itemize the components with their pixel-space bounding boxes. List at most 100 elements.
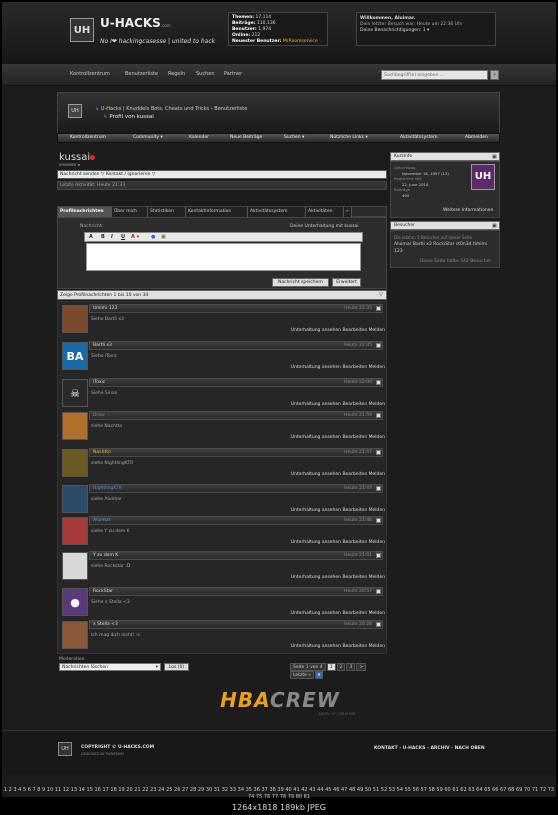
- message-checkbox[interactable]: [376, 306, 381, 311]
- page-jump-icon[interactable]: ▾: [315, 671, 324, 679]
- mainnav-kalender[interactable]: Kalender: [189, 135, 209, 140]
- image-page-index[interactable]: 1 2 3 4 5 6 7 8 9 10 11 12 13 14 15 16 1…: [2, 787, 556, 801]
- message-checkbox[interactable]: [376, 450, 381, 455]
- message-checkbox[interactable]: [376, 380, 381, 385]
- message-text: siehe NightlingKTR: [91, 461, 134, 466]
- footer-links[interactable]: KONTAKT - U-HACKS - ARCHIV - NACH OBEN: [374, 746, 485, 751]
- crew-logo: HBACREW ANGEL OF CREATION: [195, 688, 365, 716]
- visitors-list[interactable]: Aluimar Bartli x3 RockiStar st0n3d timim…: [394, 241, 496, 255]
- message-author[interactable]: RockStar: [93, 589, 113, 594]
- avatar[interactable]: [62, 621, 88, 649]
- page-last[interactable]: Letzte »: [290, 671, 315, 679]
- advanced-button[interactable]: Erweitert: [332, 278, 361, 287]
- message-actions[interactable]: Unterhaltung ansehen Bearbeiten Melden: [291, 435, 385, 440]
- newest-user-link[interactable]: MrRoomservice: [283, 39, 318, 44]
- save-message-button[interactable]: Nachricht speichern: [272, 278, 329, 287]
- avatar[interactable]: [62, 305, 88, 333]
- collapse-icon[interactable]: ▣: [492, 223, 497, 229]
- page-next[interactable]: >: [356, 663, 367, 671]
- message-checkbox[interactable]: [376, 486, 381, 491]
- page-1[interactable]: 1: [326, 663, 336, 671]
- tab-kontaktinformation[interactable]: Kontaktinformation: [186, 207, 248, 217]
- notifications-link[interactable]: Deine Benachrichtigungen: 1 ▾: [360, 28, 492, 34]
- site-title[interactable]: U-HACKS.com: [100, 16, 171, 30]
- stat-label: Beiträge:: [232, 21, 256, 26]
- message-checkbox[interactable]: [376, 589, 381, 594]
- avatar[interactable]: ☠: [62, 379, 88, 407]
- mainnav-nuetzliche-links[interactable]: Nützliche Links ▾: [330, 135, 368, 140]
- tab-more[interactable]: »: [344, 207, 352, 217]
- profile-actions-bar[interactable]: Nachricht senden ▽ Kontakt / Ignorieren …: [57, 170, 387, 179]
- topnav-benutzerliste[interactable]: Benutzerliste: [125, 71, 158, 77]
- message-actions[interactable]: Unterhaltung ansehen Bearbeiten Melden: [291, 472, 385, 477]
- image-icon[interactable]: ▣: [161, 234, 166, 240]
- link-icon[interactable]: ●: [151, 234, 155, 240]
- font-icon[interactable]: A: [89, 234, 93, 240]
- mainnav-kontrollzentrum[interactable]: Kontrollzentrum: [70, 135, 106, 140]
- message-author[interactable]: x Stella <3: [93, 622, 118, 627]
- breadcrumb-path[interactable]: U-Hacks | Knuddels Bots, Cheats und Tric…: [101, 106, 248, 112]
- message-author[interactable]: Y zu dem K: [93, 553, 118, 558]
- forum-home-icon[interactable]: UH: [68, 104, 82, 118]
- message-author[interactable]: NightlingKTR: [93, 486, 122, 491]
- tab-aktivitaetssystem[interactable]: Aktivitätssystem: [248, 207, 306, 217]
- mainnav-neue-beitraege[interactable]: Neue Beiträge: [230, 135, 262, 140]
- site-logo[interactable]: UH: [70, 18, 94, 42]
- stat-label: Neuester Benutzer:: [232, 39, 282, 44]
- underline-button[interactable]: U: [121, 234, 125, 240]
- message-author[interactable]: Draw: [93, 413, 105, 418]
- tab-profilnachrichten[interactable]: Profilnachrichten: [58, 207, 112, 217]
- message-author[interactable]: Bartli x3: [93, 343, 112, 348]
- tab-ueber-mich[interactable]: Über mich: [112, 207, 148, 217]
- topnav-suchen[interactable]: Suchen: [196, 71, 215, 77]
- collapse-icon[interactable]: ▽: [379, 292, 383, 298]
- page-3[interactable]: 3: [346, 663, 356, 671]
- avatar[interactable]: [62, 517, 88, 545]
- more-info-link[interactable]: Weitere Informationen: [443, 208, 493, 213]
- message-checkbox[interactable]: [376, 343, 381, 348]
- avatar[interactable]: BA: [62, 342, 88, 370]
- message-actions[interactable]: Unterhaltung ansehen Bearbeiten Melden: [291, 611, 385, 616]
- tab-aktivitaeten[interactable]: Aktivitäten: [306, 207, 344, 217]
- message-checkbox[interactable]: [376, 518, 381, 523]
- tab-statistiken[interactable]: Statistiken: [148, 207, 186, 217]
- avatar[interactable]: [62, 412, 88, 440]
- collapse-icon[interactable]: ▣: [492, 154, 497, 160]
- mainnav-community[interactable]: Community ▾: [133, 135, 163, 140]
- message-checkbox[interactable]: [376, 622, 381, 627]
- font-color-button[interactable]: A ▾: [131, 234, 139, 240]
- crew-logo-subtitle: ANGEL OF CREATION: [318, 712, 355, 716]
- italic-button[interactable]: I: [111, 234, 113, 240]
- search-input[interactable]: Suchbegriff(e) eingeben ...: [381, 70, 488, 80]
- topnav-partner[interactable]: Partner: [224, 71, 242, 77]
- page-2[interactable]: 2: [336, 663, 346, 671]
- message-checkbox[interactable]: [376, 553, 381, 558]
- topnav-kontrollzentrum[interactable]: Kontrollzentrum: [70, 71, 110, 77]
- mainnav-suchen[interactable]: Suchen ▾: [284, 135, 304, 140]
- search-button[interactable]: »: [490, 70, 499, 80]
- conversation-link[interactable]: Deine Unterhaltung mit kussai: [290, 224, 358, 229]
- message-author[interactable]: Nachtto: [93, 450, 111, 455]
- message-checkbox[interactable]: [376, 413, 381, 418]
- message-textarea[interactable]: [86, 243, 361, 271]
- message-actions[interactable]: Unterhaltung ansehen Bearbeiten Melden: [291, 575, 385, 580]
- message-actions[interactable]: Unterhaltung ansehen Bearbeiten Melden: [291, 328, 385, 333]
- avatar[interactable]: [62, 485, 88, 513]
- message-actions[interactable]: Unterhaltung ansehen Bearbeiten Melden: [291, 365, 385, 370]
- avatar[interactable]: ●: [62, 588, 88, 616]
- message-actions[interactable]: Unterhaltung ansehen Bearbeiten Melden: [291, 402, 385, 407]
- message-author[interactable]: timimi 123: [93, 306, 117, 311]
- message-author[interactable]: iToxic: [93, 380, 105, 385]
- topnav-regeln[interactable]: Regeln: [168, 71, 185, 77]
- message-actions[interactable]: Unterhaltung ansehen Bearbeiten Melden: [291, 540, 385, 545]
- mainnav-aktivitaetssystem[interactable]: Aktivitätssystem: [400, 135, 438, 140]
- message-author[interactable]: Aluimar: [93, 518, 110, 523]
- message-actions[interactable]: Unterhaltung ansehen Bearbeiten Melden: [291, 508, 385, 513]
- mainnav-abmelden[interactable]: Abmelden: [465, 135, 488, 140]
- message-actions[interactable]: Unterhaltung ansehen Bearbeiten Melden: [291, 644, 385, 649]
- moderation-select[interactable]: Nachrichten löschen ▾: [59, 663, 161, 671]
- moderation-go-button[interactable]: Los (0): [164, 663, 189, 671]
- avatar[interactable]: [62, 552, 88, 580]
- avatar[interactable]: [62, 449, 88, 477]
- bold-button[interactable]: B: [101, 234, 105, 240]
